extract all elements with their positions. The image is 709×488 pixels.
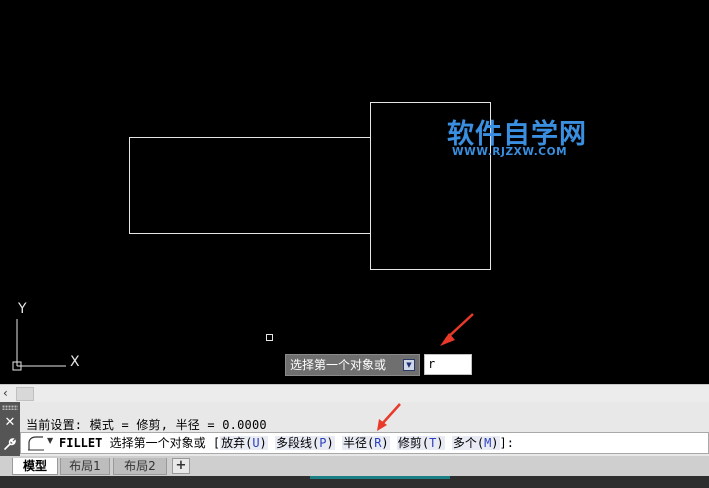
- recent-commands-chevron-down-icon[interactable]: ▼: [47, 436, 53, 445]
- drawing-svg: Y X: [12, 102, 491, 371]
- ucs-icon: Y X: [12, 301, 80, 371]
- command-history-line: 当前设置: 模式 = 修剪, 半径 = 0.0000: [26, 418, 267, 432]
- red-arrow-annotation-icon: [440, 313, 474, 346]
- dynamic-input-prompt-text: 选择第一个对象或: [290, 358, 387, 372]
- option-undo[interactable]: 放弃(U): [220, 436, 268, 450]
- tab-model[interactable]: 模型: [12, 458, 58, 475]
- scroll-thumb[interactable]: [16, 387, 34, 401]
- close-icon[interactable]: ✕: [3, 416, 17, 430]
- wrench-icon[interactable]: [3, 437, 17, 451]
- command-line[interactable]: ▼ FILLET 选择第一个对象或 [放弃(U) 多段线(P) 半径(R) 修剪…: [20, 432, 709, 454]
- dynamic-input-prompt: 选择第一个对象或 ▼: [285, 354, 420, 376]
- command-text: FILLET 选择第一个对象或 [放弃(U) 多段线(P) 半径(R) 修剪(T…: [59, 435, 514, 452]
- rectangle-left[interactable]: [129, 137, 371, 234]
- status-bar-accent: [310, 476, 450, 479]
- pickbox-cursor-icon: [266, 334, 273, 341]
- drawing-canvas[interactable]: Y X 软件自学网 WWW.RJZXW.COM 选择第一个对象或 ▼ r: [0, 0, 709, 384]
- dynamic-input-options-dropdown-icon[interactable]: ▼: [403, 359, 415, 371]
- watermark-url: WWW.RJZXW.COM: [452, 146, 568, 158]
- option-trim[interactable]: 修剪(T): [396, 436, 445, 450]
- option-multiple[interactable]: 多个(M): [451, 436, 500, 450]
- fillet-command-icon[interactable]: [27, 436, 45, 451]
- add-layout-button[interactable]: +: [172, 458, 190, 474]
- ucs-x-label: X: [70, 354, 80, 370]
- grip-dots-icon: [2, 405, 18, 410]
- scroll-left-icon[interactable]: ‹: [3, 386, 8, 400]
- options-bracket-close: ]:: [499, 436, 514, 450]
- command-name: FILLET: [59, 436, 103, 450]
- options-bracket-open: [: [212, 436, 221, 450]
- dynamic-input-field[interactable]: r: [424, 354, 472, 375]
- option-radius[interactable]: 半径(R): [341, 436, 390, 450]
- command-panel-grip[interactable]: ✕: [0, 402, 20, 456]
- tab-layout1[interactable]: 布局1: [60, 458, 110, 475]
- layout-tabs: 模型 布局1 布局2 +: [0, 456, 709, 488]
- command-prompt: 选择第一个对象或: [109, 436, 206, 450]
- option-polyline[interactable]: 多段线(P): [275, 436, 335, 450]
- ucs-y-label: Y: [17, 301, 27, 317]
- horizontal-scrollbar[interactable]: ‹: [0, 384, 709, 402]
- tab-layout2[interactable]: 布局2: [113, 458, 167, 475]
- red-arrow-annotation-2-icon: [377, 403, 401, 431]
